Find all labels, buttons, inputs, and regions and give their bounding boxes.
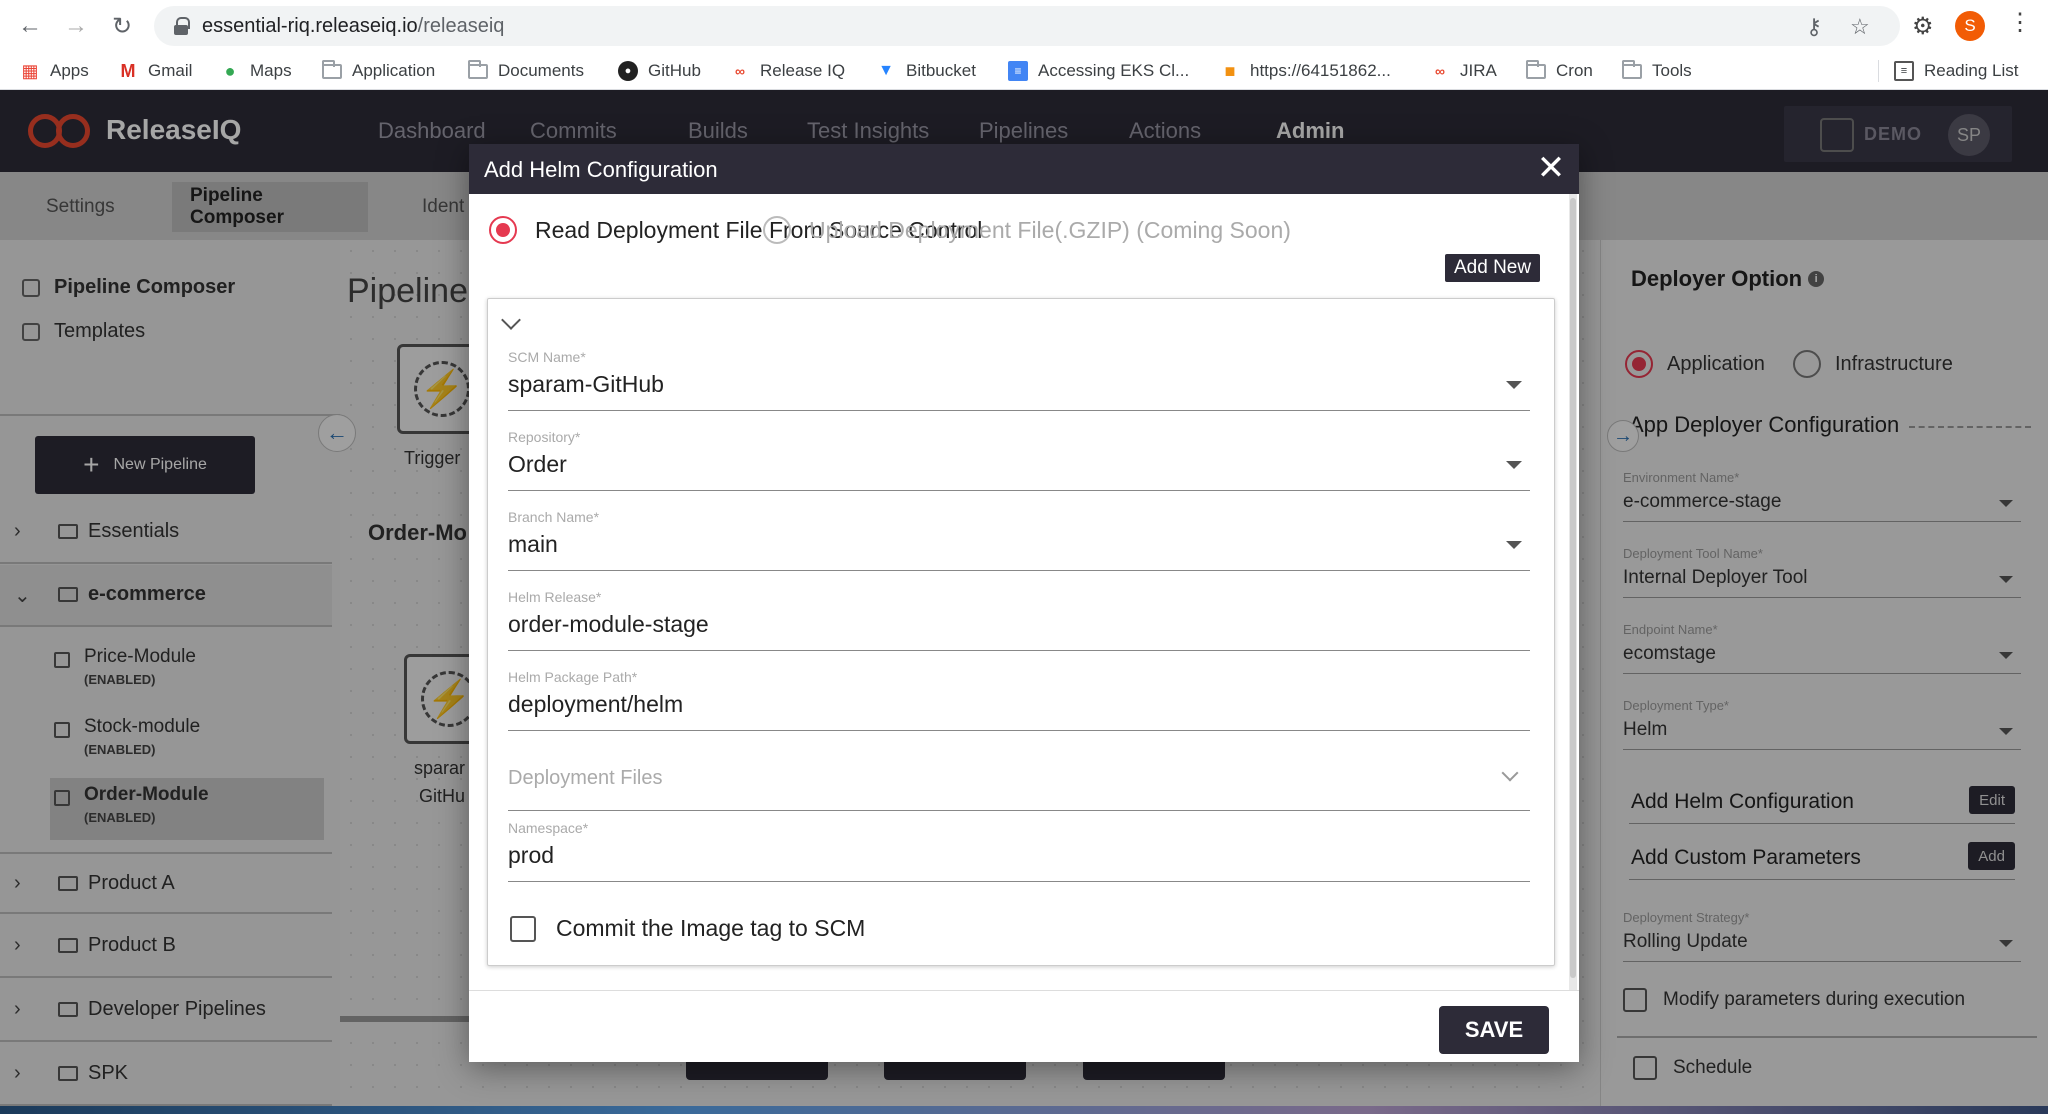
dialog-scrollbar-thumb[interactable] — [1570, 198, 1576, 978]
apps-grid-icon: ▦ — [21, 60, 39, 81]
bookmarks-separator — [1878, 60, 1879, 82]
repository-select[interactable]: Repository* Order — [508, 429, 1530, 491]
bookmark-documents[interactable]: Documents — [468, 59, 584, 83]
bitbucket-icon: ▼ — [878, 62, 894, 79]
forward-arrow-icon[interactable]: → — [60, 10, 92, 42]
dock-strip — [0, 1106, 2048, 1114]
star-icon[interactable]: ☆ — [1850, 14, 1870, 40]
bookmark-cron[interactable]: Cron — [1526, 59, 1593, 83]
deployment-files-select[interactable]: Deployment Files — [508, 749, 1530, 811]
save-button[interactable]: SAVE — [1439, 1006, 1549, 1054]
bookmark-https[interactable]: ■ https://64151862... — [1220, 59, 1391, 83]
menu-dots-icon[interactable]: ⋮ — [2008, 8, 2032, 37]
docs-icon: ≡ — [1008, 61, 1028, 81]
releaseiq-icon: ∞ — [735, 63, 745, 79]
cube-icon: ■ — [1224, 60, 1236, 81]
reading-list[interactable]: ≡ Reading List — [1894, 59, 2019, 83]
scm-name-select[interactable]: SCM Name* sparam-GitHub — [508, 349, 1530, 411]
bookmark-jira[interactable]: ∞ JIRA — [1430, 59, 1497, 83]
checkbox-icon — [510, 915, 536, 942]
branch-name-select[interactable]: Branch Name* main — [508, 509, 1530, 571]
add-new-button[interactable]: Add New — [1445, 254, 1541, 282]
reload-icon[interactable]: ↻ — [106, 10, 138, 42]
folder-icon — [468, 59, 488, 81]
namespace-input[interactable]: Namespace* prod — [508, 820, 1530, 882]
back-arrow-icon[interactable]: ← — [14, 10, 46, 42]
add-helm-configuration-dialog: Add Helm Configuration ✕ Read Deployment… — [469, 144, 1579, 1062]
bookmark-bitbucket[interactable]: ▼ Bitbucket — [876, 59, 976, 83]
dialog-header: Add Helm Configuration ✕ — [469, 144, 1579, 194]
caret-down-icon — [1506, 381, 1522, 389]
address-bar[interactable]: essential-riq.releaseiq.io/releaseiq ⚷ ☆ — [154, 6, 1900, 46]
caret-down-icon — [1506, 541, 1522, 549]
bookmark-application[interactable]: Application — [322, 59, 435, 83]
reading-list-icon: ≡ — [1894, 61, 1914, 81]
bookmark-tools[interactable]: Tools — [1622, 59, 1692, 83]
bookmarks-bar: ▦ Apps M Gmail ● Maps Application Documents… — [0, 52, 2048, 90]
github-icon: ● — [618, 61, 638, 81]
helm-release-input[interactable]: Helm Release* order-module-stage — [508, 589, 1530, 651]
bookmark-gmail[interactable]: M Gmail — [118, 59, 193, 83]
profile-avatar[interactable]: S — [1955, 11, 1985, 41]
radio-upload-deployment-file[interactable]: Upload Deployment File(.GZIP) (Coming So… — [763, 216, 1291, 244]
releaseiq-icon: ∞ — [1435, 63, 1445, 79]
close-icon[interactable]: ✕ — [1533, 150, 1569, 186]
gmail-icon: M — [120, 60, 136, 81]
helm-config-card: SCM Name* sparam-GitHub Repository* Orde… — [487, 298, 1555, 966]
folder-icon — [1622, 59, 1642, 81]
chevron-down-icon — [1501, 764, 1519, 782]
dialog-title: Add Helm Configuration — [484, 157, 718, 182]
url-text: essential-riq.releaseiq.io/releaseiq — [202, 15, 505, 37]
folder-icon — [322, 59, 342, 81]
key-icon[interactable]: ⚷ — [1806, 14, 1822, 40]
commit-image-tag-checkbox[interactable]: Commit the Image tag to SCM — [510, 915, 865, 942]
folder-icon — [1526, 59, 1546, 81]
chevron-down-icon[interactable] — [501, 310, 521, 330]
caret-down-icon — [1506, 461, 1522, 469]
bookmark-release-iq[interactable]: ∞ Release IQ — [730, 59, 845, 83]
radio-unselected-icon — [763, 216, 791, 244]
maps-pin-icon: ● — [224, 60, 236, 81]
extensions-icon[interactable]: ⚙ — [1912, 12, 1934, 41]
bookmark-maps[interactable]: ● Maps — [220, 59, 292, 83]
bookmark-apps[interactable]: ▦ Apps — [20, 59, 88, 83]
helm-package-path-input[interactable]: Helm Package Path* deployment/helm — [508, 669, 1530, 731]
dialog-footer-divider — [469, 990, 1579, 991]
bookmark-accessing-eks[interactable]: ≡ Accessing EKS Cl... — [1008, 59, 1189, 83]
radio-selected-icon — [489, 216, 517, 244]
lock-icon — [174, 17, 190, 35]
bookmark-github[interactable]: ● GitHub — [618, 59, 701, 83]
browser-toolbar: ← → ↻ essential-riq.releaseiq.io/release… — [0, 0, 2048, 52]
